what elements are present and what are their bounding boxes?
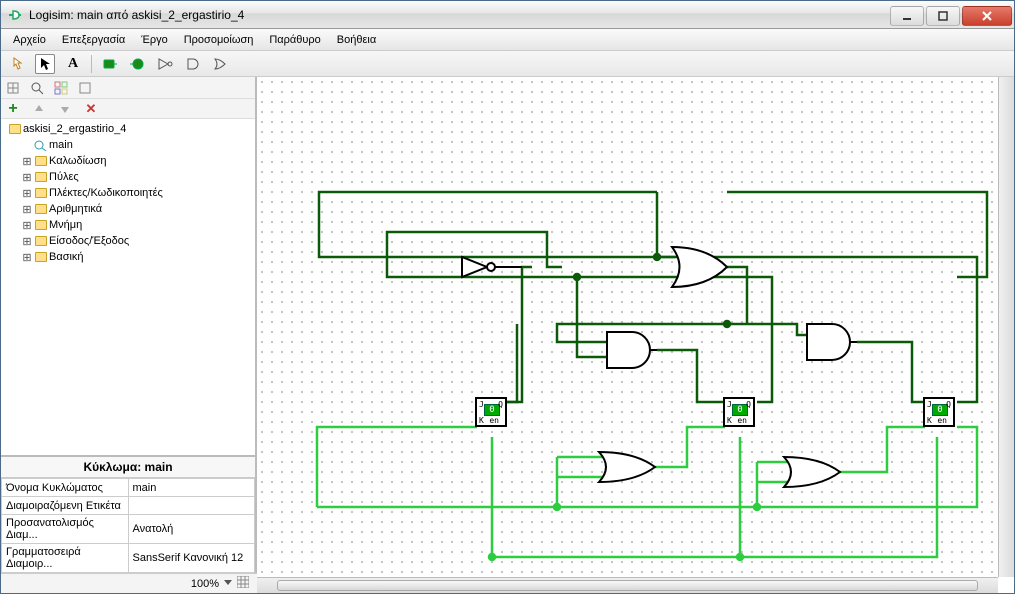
tree-label: Βασική bbox=[49, 251, 84, 263]
expand-icon[interactable]: ⊞ bbox=[21, 251, 33, 264]
menu-help[interactable]: Βοήθεια bbox=[329, 31, 384, 49]
menu-window[interactable]: Παράθυρο bbox=[261, 31, 328, 49]
left-pane: + ✕ askisi_2_ergastirio_4 main ⊞ Καλωδίωσ… bbox=[1, 77, 257, 593]
property-value[interactable]: SansSerif Κανονική 12 bbox=[128, 544, 255, 573]
properties-title: Κύκλωμα: main bbox=[1, 457, 255, 478]
properties-table: Όνομα ΚυκλώματοςmainΔιαμοιραζόμενη Ετικέ… bbox=[1, 478, 255, 573]
property-value[interactable] bbox=[128, 497, 255, 515]
expand-icon[interactable]: ⊞ bbox=[21, 187, 33, 200]
up-icon[interactable] bbox=[29, 99, 49, 119]
output-pin-tool[interactable] bbox=[128, 54, 148, 74]
tree-lib-item[interactable]: ⊞ Καλωδίωση bbox=[3, 153, 253, 169]
add-circuit-icon[interactable]: + bbox=[3, 99, 23, 119]
tree-label: Μνήμη bbox=[49, 219, 82, 231]
canvas-area: 0 J Q K en 0 J Q K en 0 J Q K bbox=[257, 77, 1014, 593]
expand-icon[interactable]: ⊞ bbox=[21, 219, 33, 232]
poke-tool[interactable] bbox=[7, 54, 27, 74]
properties-panel: Κύκλωμα: main Όνομα ΚυκλώματοςmainΔιαμοι… bbox=[1, 455, 255, 573]
zoom-down-icon[interactable] bbox=[223, 577, 233, 590]
gates-layer bbox=[257, 77, 1014, 593]
and-gate-2 bbox=[807, 324, 850, 360]
magnify-icon[interactable] bbox=[27, 78, 47, 98]
menu-project[interactable]: Έργο bbox=[133, 31, 176, 49]
property-key: Προσανατολισμός Διαμ... bbox=[2, 515, 129, 544]
property-key: Διαμοιραζόμενη Ετικέτα bbox=[2, 497, 129, 515]
jk-flipflop-1[interactable]: 0 J Q K en bbox=[475, 397, 507, 427]
property-key: Όνομα Κυκλώματος bbox=[2, 479, 129, 497]
close-button[interactable] bbox=[962, 6, 1012, 26]
property-row[interactable]: Διαμοιραζόμενη Ετικέτα bbox=[2, 497, 255, 515]
explorer-toolbar bbox=[1, 77, 255, 99]
text-tool[interactable]: A bbox=[63, 54, 83, 74]
circuit-canvas[interactable]: 0 J Q K en 0 J Q K en 0 J Q K bbox=[257, 77, 998, 577]
tree-label: Καλωδίωση bbox=[49, 155, 107, 167]
titlebar[interactable]: Logisim: main από askisi_2_ergastirio_4 bbox=[1, 1, 1014, 29]
window-title: Logisim: main από askisi_2_ergastirio_4 bbox=[29, 8, 888, 22]
menu-edit[interactable]: Επεξεργασία bbox=[54, 31, 133, 49]
select-tool[interactable] bbox=[35, 54, 55, 74]
project-actions: + ✕ bbox=[1, 99, 255, 119]
statusbar: 100% bbox=[1, 573, 257, 593]
or-gate-2 bbox=[599, 452, 655, 482]
or-gate-tool[interactable] bbox=[212, 54, 232, 74]
sim-tree-icon[interactable] bbox=[3, 78, 23, 98]
jk-flipflop-2[interactable]: 0 J Q K en bbox=[723, 397, 755, 427]
input-pin-tool[interactable] bbox=[100, 54, 120, 74]
content-area: + ✕ askisi_2_ergastirio_4 main ⊞ Καλωδίωσ… bbox=[1, 77, 1014, 593]
property-value[interactable]: Ανατολή bbox=[128, 515, 255, 544]
property-row[interactable]: Προσανατολισμός Διαμ...Ανατολή bbox=[2, 515, 255, 544]
tree-label: Πλέκτες/Κωδικοποιητές bbox=[49, 187, 163, 199]
down-icon[interactable] bbox=[55, 99, 75, 119]
toolbar: A bbox=[1, 51, 1014, 77]
expand-icon[interactable]: ⊞ bbox=[21, 171, 33, 184]
tree-lib-item[interactable]: ⊞ Πλέκτες/Κωδικοποιητές bbox=[3, 185, 253, 201]
horizontal-scrollbar[interactable] bbox=[257, 577, 998, 593]
menubar: Αρχείο Επεξεργασία Έργο Προσομοίωση Παρά… bbox=[1, 29, 1014, 51]
property-value[interactable]: main bbox=[128, 479, 255, 497]
or-gate-3 bbox=[784, 457, 840, 487]
jk-flipflop-3[interactable]: 0 J Q K en bbox=[923, 397, 955, 427]
tree-lib-item[interactable]: ⊞ Βασική bbox=[3, 249, 253, 265]
tree-lib-item[interactable]: ⊞ Αριθμητικά bbox=[3, 201, 253, 217]
tree-label: Πύλες bbox=[49, 171, 79, 183]
app-window: Logisim: main από askisi_2_ergastirio_4 … bbox=[0, 0, 1015, 594]
app-icon bbox=[7, 7, 23, 23]
expand-icon[interactable]: ⊞ bbox=[21, 235, 33, 248]
window-controls bbox=[888, 4, 1012, 26]
tree-lib-item[interactable]: ⊞ Μνήμη bbox=[3, 217, 253, 233]
vertical-scrollbar[interactable] bbox=[998, 77, 1014, 577]
list-icon[interactable] bbox=[75, 78, 95, 98]
toolbar-separator bbox=[91, 55, 92, 73]
and-gate-1 bbox=[607, 332, 650, 368]
tree-lib-item[interactable]: ⊞ Είσοδος/Έξοδος bbox=[3, 233, 253, 249]
property-key: Γραμματοσειρά Διαμοιρ... bbox=[2, 544, 129, 573]
tree-lib-item[interactable]: ⊞ Πύλες bbox=[3, 169, 253, 185]
tree-label: Είσοδος/Έξοδος bbox=[49, 235, 129, 247]
tree-label: askisi_2_ergastirio_4 bbox=[23, 123, 126, 135]
scroll-thumb[interactable] bbox=[277, 580, 978, 591]
or-gate-1 bbox=[672, 247, 727, 287]
delete-icon[interactable]: ✕ bbox=[81, 99, 101, 119]
not-gate bbox=[462, 257, 487, 277]
tree-project-root[interactable]: askisi_2_ergastirio_4 bbox=[3, 121, 253, 137]
property-row[interactable]: Όνομα Κυκλώματοςmain bbox=[2, 479, 255, 497]
maximize-button[interactable] bbox=[926, 6, 960, 26]
project-tree[interactable]: askisi_2_ergastirio_4 main ⊞ Καλωδίωση ⊞ Πύ… bbox=[1, 119, 255, 455]
property-row[interactable]: Γραμματοσειρά Διαμοιρ...SansSerif Κανονι… bbox=[2, 544, 255, 573]
expand-icon[interactable]: ⊞ bbox=[21, 203, 33, 216]
grid-toggle-icon[interactable] bbox=[237, 576, 249, 591]
tree-main-circuit[interactable]: main bbox=[3, 137, 253, 153]
menu-simulate[interactable]: Προσομοίωση bbox=[176, 31, 262, 49]
and-gate-tool[interactable] bbox=[184, 54, 204, 74]
tree-label: main bbox=[49, 139, 73, 151]
zoom-label: 100% bbox=[191, 578, 219, 590]
grid-icon[interactable] bbox=[51, 78, 71, 98]
menu-file[interactable]: Αρχείο bbox=[5, 31, 54, 49]
minimize-button[interactable] bbox=[890, 6, 924, 26]
tree-label: Αριθμητικά bbox=[49, 203, 102, 215]
expand-icon[interactable]: ⊞ bbox=[21, 155, 33, 168]
not-gate-tool[interactable] bbox=[156, 54, 176, 74]
